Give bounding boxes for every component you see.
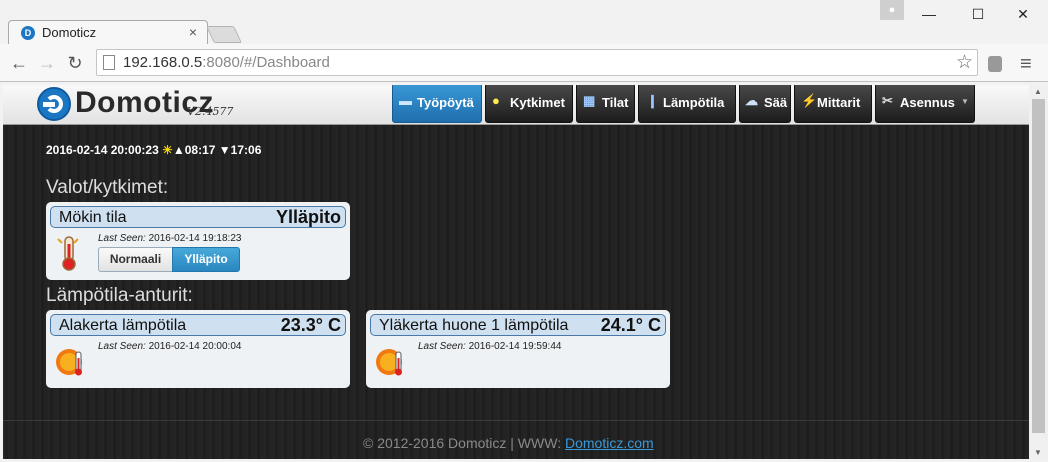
nav-temperature[interactable]: ❙ Lämpötila <box>638 85 736 123</box>
tab-close-icon[interactable]: × <box>189 24 197 40</box>
nav-label: Tilat <box>602 95 629 110</box>
browser-toolbar: ← → ↻ 192.168.0.5:8080/#/Dashboard ☆ ≡ <box>0 44 1048 82</box>
scroll-up-arrow-icon[interactable]: ▲ <box>1034 87 1042 96</box>
domoticz-logo-icon[interactable] <box>37 87 71 121</box>
nav-label: Asennus <box>900 95 955 110</box>
page-scrollbar[interactable]: ▲ ▼ <box>1029 85 1048 459</box>
reload-button[interactable]: ↻ <box>64 52 86 74</box>
address-bar[interactable]: 192.168.0.5:8080/#/Dashboard ☆ <box>96 49 978 76</box>
close-window-button[interactable]: ✕ <box>1000 2 1046 26</box>
device-status: Ylläpito <box>275 207 341 227</box>
page-icon <box>103 55 115 70</box>
browser-chrome: D Domoticz × ● — ☐ ✕ ← → ↻ 192.168.0.5:8… <box>0 0 1048 85</box>
nav-switches[interactable]: ● Kytkimet <box>485 85 573 123</box>
scrollbar-thumb[interactable] <box>1032 99 1045 433</box>
maximize-button[interactable]: ☐ <box>955 2 1001 26</box>
bookmark-star-icon[interactable]: ☆ <box>956 51 973 74</box>
minimize-button[interactable]: — <box>906 2 952 26</box>
temperature-value: 23.3° C <box>280 315 341 335</box>
device-name[interactable]: Mökin tila <box>59 209 127 227</box>
lightbulb-icon: ● <box>492 93 500 108</box>
profile-icon[interactable]: ● <box>880 0 904 20</box>
card-header: Yläkerta huone 1 lämpötila 24.1° C <box>370 314 666 336</box>
domoticz-website-link[interactable]: Domoticz.com <box>565 435 654 451</box>
current-datetime: 2016-02-14 20:00:23 <box>46 143 159 157</box>
nav-dashboard[interactable]: ▬ Työpöytä <box>392 85 482 123</box>
hot-temperature-icon <box>374 342 404 380</box>
chevron-down-icon: ▼ <box>961 97 969 106</box>
nav-setup[interactable]: ✂ Asennus ▼ <box>875 85 975 123</box>
switches-section-title: Valot/kytkimet: <box>46 177 169 198</box>
thermometer-icon: ❙ <box>647 93 658 108</box>
device-name[interactable]: Alakerta lämpötila <box>59 317 186 335</box>
temperature-value: 24.1° C <box>600 315 661 335</box>
normal-mode-button[interactable]: Normaali <box>98 247 173 272</box>
tab-strip: D Domoticz × ● — ☐ ✕ <box>0 0 1048 44</box>
nav-label: Sää <box>764 95 788 110</box>
browser-menu-icon[interactable]: ≡ <box>1020 53 1032 76</box>
temperature-card: Alakerta lämpötila 23.3° C Last Seen: 20… <box>46 310 350 388</box>
thermometer-icon <box>54 234 84 272</box>
nav-label: Lämpötila <box>663 95 725 110</box>
switch-card: Mökin tila Ylläpito Last Seen: 2016-02-1… <box>46 202 350 280</box>
domoticz-favicon-icon: D <box>21 26 35 40</box>
nav-meters[interactable]: ⚡ Mittarit <box>794 85 872 123</box>
browser-tab[interactable]: D Domoticz × <box>8 20 208 44</box>
sun-icon: ☀ <box>162 143 173 157</box>
last-seen-value: 2016-02-14 19:59:44 <box>468 341 562 352</box>
sunrise-time: ▲08:17 <box>172 143 216 157</box>
monitor-icon: ▬ <box>399 93 412 108</box>
nav-label: Työpöytä <box>417 95 474 110</box>
last-seen: Last Seen: 2016-02-14 19:18:23 <box>98 233 241 244</box>
weather-icon: ☁ <box>745 93 758 108</box>
nav-weather[interactable]: ☁ Sää <box>739 85 791 123</box>
temperature-section-title: Lämpötila-anturit: <box>46 285 193 306</box>
url-host: 192.168.0.5 <box>123 54 203 71</box>
last-seen-label: Last Seen: <box>418 341 466 352</box>
last-seen: Last Seen: 2016-02-14 20:00:04 <box>98 341 241 352</box>
nav-scenes[interactable]: ▦ Tilat <box>576 85 635 123</box>
new-tab-button[interactable] <box>206 26 242 43</box>
temperature-card: Yläkerta huone 1 lämpötila 24.1° C Last … <box>366 310 670 388</box>
tools-icon: ✂ <box>882 93 893 108</box>
card-header: Mökin tila Ylläpito <box>50 206 346 228</box>
page-viewport: Domoticz V2.4577 ▬ Työpöytä ● Kytkimet ▦… <box>3 85 1029 459</box>
sunset-time: ▼17:06 <box>218 143 262 157</box>
last-seen: Last Seen: 2016-02-14 19:59:44 <box>418 341 561 352</box>
extension-icon[interactable] <box>988 56 1002 72</box>
card-header: Alakerta lämpötila 23.3° C <box>50 314 346 336</box>
app-header: Domoticz V2.4577 ▬ Työpöytä ● Kytkimet ▦… <box>3 85 1029 125</box>
meter-icon: ⚡ <box>801 93 818 108</box>
copyright-text: © 2012-2016 Domoticz | WWW: <box>363 435 565 451</box>
nav-label: Kytkimet <box>510 95 565 110</box>
hot-temperature-icon <box>54 342 84 380</box>
version-label: V2.4577 <box>187 105 234 118</box>
last-seen-value: 2016-02-14 20:00:04 <box>148 341 242 352</box>
maintenance-mode-button[interactable]: Ylläpito <box>172 247 240 272</box>
tab-title: Domoticz <box>42 25 97 40</box>
url-path: :8080/#/Dashboard <box>202 54 330 71</box>
back-button[interactable]: ← <box>8 52 30 74</box>
clock-bar: 2016-02-14 20:00:23 ☀▲08:17 ▼17:06 <box>46 143 261 157</box>
scene-icon: ▦ <box>583 93 596 108</box>
last-seen-value: 2016-02-14 19:18:23 <box>148 233 242 244</box>
footer-text: © 2012-2016 Domoticz | WWW: Domoticz.com <box>363 435 654 451</box>
last-seen-label: Last Seen: <box>98 341 146 352</box>
address-text[interactable]: 192.168.0.5:8080/#/Dashboard <box>123 54 330 71</box>
nav-label: Mittarit <box>817 95 861 110</box>
page-footer: © 2012-2016 Domoticz | WWW: Domoticz.com <box>3 420 1029 459</box>
device-name[interactable]: Yläkerta huone 1 lämpötila <box>379 317 568 335</box>
last-seen-label: Last Seen: <box>98 233 146 244</box>
forward-button[interactable]: → <box>36 52 58 74</box>
scroll-down-arrow-icon[interactable]: ▼ <box>1034 448 1042 457</box>
